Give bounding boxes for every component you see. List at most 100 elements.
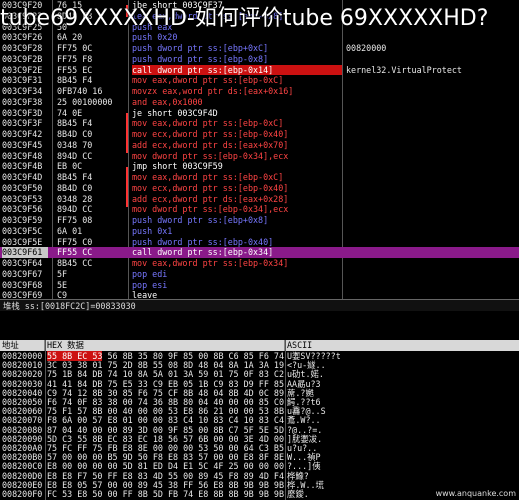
instruction-bytes: 5E <box>57 279 68 290</box>
instruction-text: mov eax,dword ptr ss:[ebp-0x34] <box>132 258 289 268</box>
instruction-address: 003C9F45 <box>2 139 43 150</box>
instruction-text: je short 003C9F4D <box>132 107 218 118</box>
instruction-text: call dword ptr ss:[ebp-0x14] <box>132 64 342 76</box>
instruction-text: pop edi <box>132 268 168 279</box>
disassembly-row[interactable]: 003C9F5E FF75 C0 push dword ptr ss:[ebp-0x… <box>0 237 519 248</box>
instruction-text: pop esi <box>132 279 168 290</box>
disassembly-row[interactable]: 003C9F2E FF55 EC call dword ptr ss:[ebp-0x… <box>0 64 519 76</box>
instruction-comment: 00820000 <box>346 43 387 53</box>
disassembly-row[interactable]: 003C9F48 894D CC mov dword ptr ss:[ebp-0x3… <box>0 151 519 162</box>
instruction-address: 003C9F31 <box>2 75 43 86</box>
hex-dump-header: 地址 HEX 数据 ASCII <box>0 340 519 351</box>
instruction-address: 003C9F3D <box>2 107 43 118</box>
instruction-address: 003C9F50 <box>2 182 43 193</box>
instruction-address: 003C9F68 <box>2 279 43 290</box>
instruction-address: 003C9F2E <box>2 64 43 75</box>
disassembly-row[interactable]: 003C9F3F 8B45 F4 mov eax,dword ptr ss:[ebp… <box>0 118 519 129</box>
instruction-bytes: 6A 01 <box>57 225 83 236</box>
stack-info-bar: 堆栈 ss:[0018FC2C]=00833030 <box>0 299 519 311</box>
instruction-bytes: FF55 CC <box>57 247 93 258</box>
instruction-address: 003C9F34 <box>2 86 43 96</box>
instruction-bytes: C9 <box>57 290 68 299</box>
instruction-address: 003C9F28 <box>2 43 43 53</box>
instruction-text: mov ecx,dword ptr ss:[ebp-0x40] <box>132 129 289 139</box>
disassembly-row[interactable]: 003C9F56 894D CC mov dword ptr ss:[ebp-0x3… <box>0 204 519 215</box>
instruction-bytes: 0348 28 <box>57 193 93 204</box>
instruction-address: 003C9F61 <box>2 247 48 259</box>
instruction-text: and eax,0x1000 <box>132 96 203 107</box>
instruction-bytes: 5F <box>57 268 68 279</box>
disassembly-row[interactable]: 003C9F59 FF75 08 push dword ptr ss:[ebp+0x… <box>0 215 519 226</box>
disassembly-row[interactable]: 003C9F4D 8B45 F4 mov eax,dword ptr ss:[ebp… <box>0 172 519 183</box>
instruction-bytes: FF75 0C <box>57 43 93 53</box>
instruction-text: push 0x20 <box>132 32 178 43</box>
disassembly-row[interactable]: 003C9F31 8B45 F4 mov eax,dword ptr ss:[ebp… <box>0 75 519 86</box>
instruction-address: 003C9F26 <box>2 32 43 43</box>
disassembly-row[interactable]: 003C9F5C 6A 01 push 0x1 <box>0 226 519 237</box>
instruction-text: push 0x1 <box>132 225 173 236</box>
disassembly-row[interactable]: 003C9F38 25 00100000 and eax,0x1000 <box>0 97 519 108</box>
disassembly-row[interactable]: 003C9F68 5E pop esi <box>0 280 519 291</box>
instruction-address: 003C9F48 <box>2 150 43 161</box>
disassembly-row[interactable]: 003C9F26 6A 20 push 0x20 <box>0 32 519 43</box>
instruction-text: mov eax,dword ptr ss:[ebp-0xC] <box>132 75 284 86</box>
instruction-address: 003C9F4D <box>2 172 43 182</box>
instruction-bytes: 8B45 F4 <box>57 172 93 182</box>
instruction-bytes: 8B4D C0 <box>57 129 93 139</box>
instruction-text: push dword ptr ss:[ebp-0x40] <box>132 236 274 247</box>
instruction-text: mov ecx,dword ptr ss:[ebp-0x40] <box>132 182 289 193</box>
info-panel <box>0 311 519 340</box>
disassembly-row[interactable]: 003C9F67 5F pop edi <box>0 269 519 280</box>
instruction-text: add ecx,dword ptr ds:[eax+0x70] <box>132 139 289 150</box>
instruction-address: 003C9F5E <box>2 236 43 247</box>
disassembly-row[interactable]: 003C9F64 8B45 CC mov eax,dword ptr ss:[ebp… <box>0 258 519 269</box>
hex-dump-pane[interactable]: 地址 HEX 数据 ASCII 00820000 55 8B EC 53 56 8… <box>0 340 519 500</box>
instruction-bytes: 8B4D C0 <box>57 182 93 193</box>
disassembly-row[interactable]: 003C9F2B FF75 F8 push dword ptr ss:[ebp-0x… <box>0 54 519 65</box>
instruction-address: 003C9F67 <box>2 268 43 279</box>
disassembly-row[interactable]: 003C9F53 0348 28 add ecx,dword ptr ds:[eax… <box>0 194 519 205</box>
disassembly-row[interactable]: 003C9F4B EB 0C jmp short 003C9F59 <box>0 161 519 172</box>
instruction-text: leave <box>132 290 158 299</box>
column-header-hex[interactable]: HEX 数据 <box>45 340 285 351</box>
instruction-bytes: FF75 F8 <box>57 53 93 64</box>
instruction-bytes: 894D CC <box>57 150 93 161</box>
instruction-address: 003C9F2B <box>2 53 43 64</box>
instruction-text: mov eax,dword ptr ss:[ebp-0xC] <box>132 118 284 129</box>
instruction-address: 003C9F64 <box>2 258 43 268</box>
disassembly-row[interactable]: 003C9F69 C9 leave <box>0 290 519 299</box>
instruction-text: call dword ptr ss:[ebp-0x34] <box>132 247 274 258</box>
instruction-comment: kernel32.VirtualProtect <box>346 64 462 75</box>
instruction-text: push dword ptr ss:[ebp+0x8] <box>132 215 269 225</box>
instruction-bytes: 25 00100000 <box>57 96 113 107</box>
disassembly-row[interactable]: 003C9F45 0348 70 add ecx,dword ptr ds:[eax… <box>0 140 519 151</box>
instruction-address: 003C9F42 <box>2 129 43 139</box>
instruction-bytes: 0348 70 <box>57 139 93 150</box>
instruction-address: 003C9F5C <box>2 225 43 236</box>
instruction-bytes: 0FB740 16 <box>57 86 103 96</box>
instruction-address: 003C9F38 <box>2 96 43 107</box>
instruction-bytes: EB 0C <box>57 161 83 172</box>
disassembly-row[interactable]: 003C9F3D 74 0E je short 003C9F4D <box>0 108 519 119</box>
disassembly-row[interactable]: 003C9F34 0FB740 16 movzx eax,word ptr ds:[… <box>0 86 519 97</box>
disassembly-row-selected[interactable]: 003C9F61 FF55 CC call dword ptr ss:[ebp-0x… <box>0 247 519 259</box>
instruction-address: 003C9F53 <box>2 193 43 204</box>
instruction-text: push dword ptr ss:[ebp+0xC] <box>132 43 269 53</box>
disassembly-row[interactable]: 003C9F28 FF75 0C push dword ptr ss:[ebp+0x… <box>0 43 519 54</box>
instruction-text: jmp short 003C9F59 <box>132 161 223 172</box>
instruction-text: add ecx,dword ptr ds:[eax+0x28] <box>132 193 289 204</box>
instruction-bytes: 8B45 F4 <box>57 118 93 129</box>
instruction-text: mov dword ptr ss:[ebp-0x34],ecx <box>132 204 289 215</box>
disassembly-pane[interactable]: 003C9F20 76 15 jbe short 003C9F37 003C9F22 8… <box>0 0 519 299</box>
dump-hex-bytes: FC 53 E8 50 00 FF 8B 5D FB 74 E8 8B 8B 9… <box>47 489 284 499</box>
instruction-address: 003C9F56 <box>2 204 43 215</box>
instruction-text: push dword ptr ss:[ebp-0x8] <box>132 53 269 64</box>
instruction-address: 003C9F4B <box>2 161 43 172</box>
column-header-address[interactable]: 地址 <box>0 340 45 351</box>
instruction-bytes: 74 0E <box>57 107 83 118</box>
disassembly-row[interactable]: 003C9F50 8B4D C0 mov ecx,dword ptr ss:[ebp… <box>0 183 519 194</box>
column-header-ascii[interactable]: ASCII <box>285 340 519 351</box>
page-title: tube69XXXXXHD-如何评价tube 69XXXXXHD? <box>0 6 489 31</box>
instruction-bytes: FF75 C0 <box>57 236 93 247</box>
disassembly-row[interactable]: 003C9F42 8B4D C0 mov ecx,dword ptr ss:[ebp… <box>0 129 519 140</box>
